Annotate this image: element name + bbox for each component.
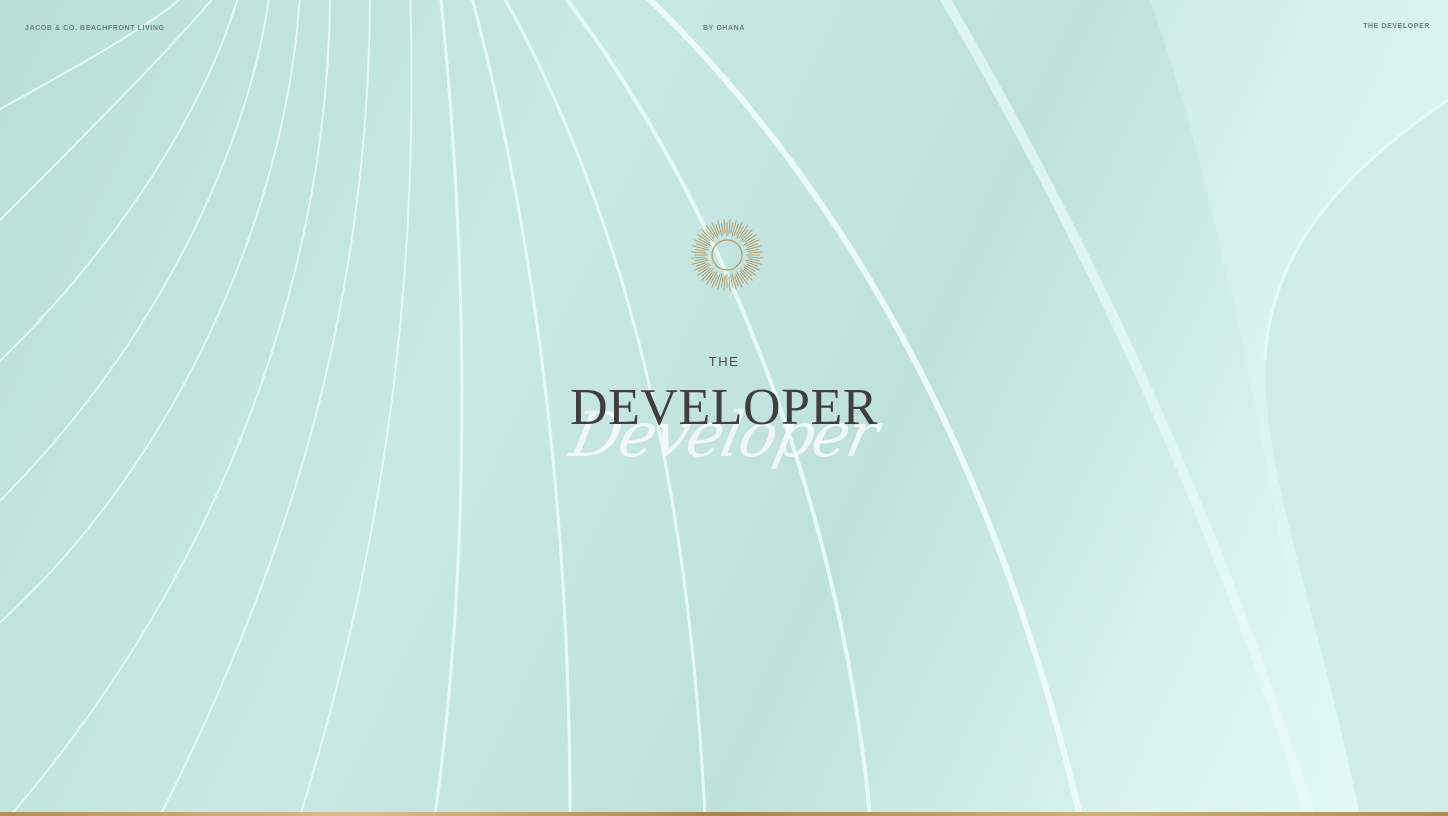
title-block: Developer DEVELOPER [524, 370, 924, 500]
tagline: BY OHANA [702, 25, 745, 32]
page: JACOB & CO. BEACHFRONT LIVING BY OHANA T… [0, 0, 1448, 816]
nav-current-section[interactable]: THE DEVELOPER [1363, 23, 1430, 30]
bottom-gold-bar [0, 812, 1448, 816]
title-prefix: THE [708, 354, 740, 369]
sunburst-icon [691, 219, 763, 291]
page-title: DEVELOPER [570, 379, 878, 436]
